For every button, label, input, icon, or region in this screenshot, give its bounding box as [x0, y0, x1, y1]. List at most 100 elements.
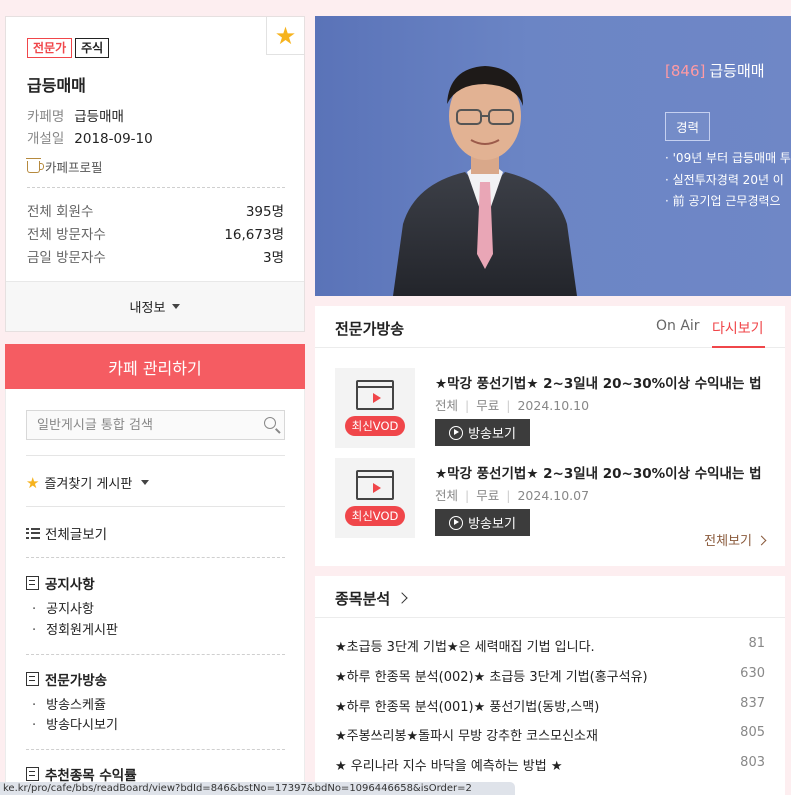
stock-badge: 주식: [75, 38, 110, 58]
career-line: · '09년 부터 급등매매 투: [665, 151, 791, 165]
vod-thumbnail[interactable]: 최신VOD: [335, 368, 415, 448]
open-date-label: 개설일: [27, 131, 65, 147]
post-row[interactable]: ★초급등 3단계 기법★은 세력매집 기법 입니다. 81: [335, 636, 765, 655]
vod-thumbnail[interactable]: 최신VOD: [335, 458, 415, 538]
play-icon: [449, 425, 464, 440]
career-line: · 실전투자경력 20년 이: [665, 173, 784, 187]
all-posts-label: 전체글보기: [45, 527, 108, 543]
analysis-header: 종목분석: [315, 576, 785, 618]
stat-label: 전체 회원수: [27, 204, 94, 220]
status-bar-url: ke.kr/pro/cafe/bbs/readBoard/view?bdId=8…: [0, 782, 515, 795]
caret-down-icon: [172, 304, 181, 309]
watch-broadcast-button[interactable]: 방송보기: [435, 509, 530, 536]
watch-label: 방송보기: [468, 517, 516, 532]
cafe-profile-label: 카페프로필: [45, 160, 103, 175]
analysis-title-link[interactable]: 종목분석: [335, 588, 408, 609]
group-recommend-returns: 추천종목 수익률: [26, 764, 137, 784]
new-vod-badge: 최신VOD: [345, 416, 405, 436]
vod-date: 2024.10.10: [517, 398, 590, 413]
stat-value: 395명: [245, 204, 284, 220]
my-info-toggle[interactable]: 내정보: [6, 281, 304, 331]
open-date-value: 2018-09-10: [74, 131, 153, 147]
divider: [27, 187, 285, 188]
stat-total-visitors: 전체 방문자수 16,673명: [27, 223, 284, 243]
cafe-name: 급등매매: [27, 76, 86, 95]
menu-item-members-board[interactable]: 정회원게시판: [32, 619, 118, 638]
video-screen-icon: [356, 470, 394, 500]
stat-today-visitors: 금일 방문자수 3명: [27, 246, 284, 266]
cafe-name-label: 카페명: [27, 109, 65, 125]
favorite-star-button[interactable]: ★: [266, 17, 304, 55]
vod-title[interactable]: ★막강 풍선기법★ 2~3일내 20~30%이상 수익내는 법: [435, 372, 775, 392]
menu-item-replay[interactable]: 방송다시보기: [32, 714, 118, 733]
post-row[interactable]: ★하루 한종목 분석(001)★ 풍선기법(동방,스맥) 837: [335, 696, 765, 715]
watch-broadcast-button[interactable]: 방송보기: [435, 419, 530, 446]
group-title-label: 추천종목 수익률: [45, 768, 137, 784]
open-date-row: 개설일 2018-09-10: [27, 127, 153, 147]
cafe-badges: 전문가 주식: [27, 38, 110, 58]
post-row[interactable]: ★주봉쓰리봉★돌파시 무방 강추한 코스모신소재 805: [335, 725, 765, 744]
expert-name: 급등매매: [709, 62, 765, 80]
vod-category: 전체: [435, 398, 459, 413]
stock-analysis-section: 종목분석 ★초급등 3단계 기법★은 세력매집 기법 입니다. 81 ★하루 한…: [315, 576, 785, 795]
all-posts-link[interactable]: 전체글보기: [26, 523, 107, 543]
star-icon: ★: [274, 21, 297, 50]
stat-total-members: 전체 회원수 395명: [27, 200, 284, 220]
board-icon: [26, 576, 39, 590]
menu-item-schedule[interactable]: 방송스케쥴: [32, 694, 106, 713]
expert-portrait: [393, 66, 577, 296]
vod-category: 전체: [435, 488, 459, 503]
favorite-boards-toggle[interactable]: ★ 즐겨찾기 게시판: [26, 473, 150, 492]
search-icon[interactable]: [264, 417, 276, 429]
vod-title[interactable]: ★막강 풍선기법★ 2~3일내 20~30%이상 수익내는 법: [435, 462, 775, 482]
divider: [26, 455, 285, 456]
board-search: [26, 410, 285, 440]
menu-item-notice[interactable]: 공지사항: [32, 598, 94, 617]
cafe-name-row: 카페명 급등매매: [27, 105, 124, 125]
vod-item: 최신VOD ★막강 풍선기법★ 2~3일내 20~30%이상 수익내는 법 전체…: [335, 368, 775, 448]
divider: [26, 506, 285, 507]
post-title: ★ 우리나라 지수 바닥을 예측하는 방법 ★: [335, 759, 563, 774]
post-view-count: 630: [740, 666, 765, 681]
list-icon: [26, 527, 40, 539]
post-title: ★초급등 3단계 기법★은 세력매집 기법 입니다.: [335, 640, 595, 655]
coffee-cup-icon: [26, 157, 44, 173]
tab-on-air[interactable]: On Air: [656, 318, 700, 334]
group-expert-broadcast: 전문가방송: [26, 669, 107, 689]
board-search-input[interactable]: [27, 411, 247, 439]
career-line: · 前 공기업 근무경력으: [665, 194, 781, 208]
view-all-link[interactable]: 전체보기: [704, 530, 765, 549]
vod-item: 최신VOD ★막강 풍선기법★ 2~3일내 20~30%이상 수익내는 법 전체…: [335, 458, 775, 538]
expert-code: [846]: [665, 62, 706, 80]
section-title: 전문가방송: [335, 320, 405, 338]
post-row[interactable]: ★하루 한종목 분석(002)★ 초급등 3단계 기법(홍구석유) 630: [335, 666, 765, 685]
my-info-label: 내정보: [129, 301, 166, 316]
play-icon: [449, 515, 464, 530]
cafe-profile-card: ★ 전문가 주식 급등매매 카페명 급등매매 개설일 2018-09-10 카페프로…: [5, 16, 305, 332]
cafe-name-value: 급등매매: [74, 109, 124, 125]
star-icon: ★: [26, 473, 40, 492]
active-tab-indicator: [712, 346, 765, 348]
caret-down-icon: [141, 480, 150, 485]
vod-price: 무료: [476, 488, 500, 503]
post-view-count: 837: [740, 696, 765, 711]
post-row[interactable]: ★ 우리나라 지수 바닥을 예측하는 방법 ★ 803: [335, 755, 765, 774]
banner-title: [846] 급등매매: [665, 60, 765, 81]
post-title: ★주봉쓰리봉★돌파시 무방 강추한 코스모신소재: [335, 729, 598, 744]
post-title: ★하루 한종목 분석(001)★ 풍선기법(동방,스맥): [335, 700, 600, 715]
video-screen-icon: [356, 380, 394, 410]
vod-meta: 전체 | 무료 | 2024.10.10: [435, 398, 590, 413]
broadcast-header: 전문가방송 On Air 다시보기: [315, 306, 785, 348]
cafe-profile-link[interactable]: 카페프로필: [26, 157, 103, 176]
tab-replay[interactable]: 다시보기: [712, 318, 764, 338]
post-title: ★하루 한종목 분석(002)★ 초급등 3단계 기법(홍구석유): [335, 670, 648, 685]
expert-banner: [846] 급등매매 경력 · '09년 부터 급등매매 투 · 실전투자경력 2…: [315, 16, 791, 296]
cafe-manage-button[interactable]: 카페 관리하기: [5, 344, 305, 389]
divider: [26, 749, 285, 750]
board-icon: [26, 767, 39, 781]
vod-date: 2024.10.07: [517, 488, 590, 503]
new-vod-badge: 최신VOD: [345, 506, 405, 526]
watch-label: 방송보기: [468, 427, 516, 442]
divider: [26, 557, 285, 558]
section-title: 종목분석: [335, 590, 391, 608]
